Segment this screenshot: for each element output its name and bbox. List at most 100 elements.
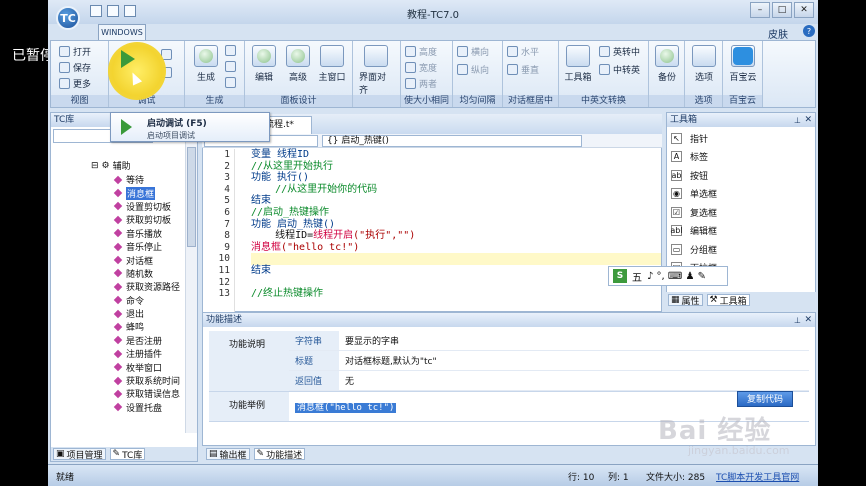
tab-function-description[interactable]: ✎ 功能描述	[253, 448, 306, 461]
code-line[interactable]: 结束	[251, 265, 661, 277]
brush-icon[interactable]	[225, 61, 236, 72]
help-icon[interactable]: ?	[803, 25, 815, 37]
skin-menu[interactable]: 皮肤	[768, 26, 788, 41]
pin-icon[interactable]: ⊥	[794, 114, 801, 128]
toolbox-item[interactable]: ☑ 复选框	[667, 203, 717, 222]
list-item[interactable]: 获取系统时间	[113, 374, 180, 387]
build-button[interactable]: 生成	[189, 45, 223, 83]
center-vertical-button[interactable]: 垂直	[507, 63, 539, 76]
list-item[interactable]: 退出	[113, 307, 180, 320]
package-icon[interactable]	[225, 77, 236, 88]
open-button[interactable]: 打开	[59, 45, 91, 58]
toolbox-item[interactable]: ab 按钮	[667, 166, 717, 185]
example-code[interactable]: 消息框("hello tc!")	[295, 403, 397, 413]
code-line[interactable]	[251, 253, 661, 265]
advanced-button[interactable]: 高级	[281, 45, 315, 83]
close-icon[interactable]: ✕	[794, 2, 814, 18]
official-site-link[interactable]: TC脚本开发工具官网	[716, 470, 799, 483]
main-window-button[interactable]: 主窗口	[315, 45, 349, 83]
code-line[interactable]: 线程ID=线程开启("执行","")	[251, 230, 661, 242]
list-item[interactable]: 枚举窗口	[113, 360, 180, 374]
maximize-icon[interactable]: □	[772, 2, 792, 18]
tab-windows[interactable]: WINDOWS	[98, 24, 146, 40]
ime-mode[interactable]: 五	[632, 269, 642, 284]
tree-node-helpers[interactable]: ⊟ ⚙ 辅助	[91, 159, 131, 173]
copy-code-button[interactable]: 复制代码	[737, 391, 793, 407]
tree-scrollbar[interactable]	[185, 127, 197, 433]
code-line[interactable]: 功能 执行()	[251, 172, 661, 184]
list-item[interactable]: 消息框	[113, 186, 180, 200]
code-editor[interactable]: 1 2 3 4 5 6 7 8 9 10 11 12 13 变量 线程ID//从这里开始执行 功能 执行(…	[202, 134, 662, 313]
sogou-logo-icon[interactable]: S	[613, 269, 627, 283]
options-button[interactable]: 选项	[687, 45, 721, 83]
edit-button[interactable]: 编辑	[247, 45, 281, 83]
code-line[interactable]: 消息框("hello tc!")	[251, 242, 661, 254]
more-button[interactable]: 更多	[59, 77, 91, 90]
toolbox-item[interactable]: abl 编辑框	[667, 222, 717, 241]
code-line[interactable]: 功能 启动_热键()	[251, 219, 661, 231]
ribbon-tab-row: WINDOWS 皮肤 ?	[48, 24, 818, 41]
toolbox-item[interactable]: ▭ 分组框	[667, 240, 717, 259]
list-item[interactable]: 对话框	[113, 253, 180, 267]
code-line[interactable]: 变量 线程ID	[251, 149, 661, 161]
list-item[interactable]: 音乐停止	[113, 240, 180, 253]
same-height-button[interactable]: 高度	[405, 45, 437, 58]
tab-properties[interactable]: ▦ 属性	[668, 294, 703, 307]
left-letterbox	[0, 0, 48, 486]
code-line[interactable]: //终止热键操作	[251, 288, 661, 300]
run-play-icon[interactable]	[121, 50, 135, 68]
list-item[interactable]: 注册插件	[113, 347, 180, 360]
function-combo[interactable]: {} 启动_热键()	[322, 135, 582, 147]
app-logo-icon[interactable]: TC	[56, 6, 80, 30]
list-item[interactable]: 等待	[113, 173, 180, 186]
backup-button[interactable]: 备份	[650, 45, 684, 83]
tab-output[interactable]: ▤ 输出框	[206, 448, 250, 461]
toolbox-item[interactable]: ◉ 单选框	[667, 185, 717, 204]
list-item[interactable]: 设置托盘	[113, 401, 180, 414]
list-item[interactable]: 音乐播放	[113, 227, 180, 240]
cn-to-en-button[interactable]: 中转英	[599, 63, 640, 76]
same-width-button[interactable]: 宽度	[405, 61, 437, 74]
settings-icon[interactable]	[225, 45, 236, 56]
tab-toolbox[interactable]: ⚒ 工具箱	[706, 294, 750, 307]
list-item[interactable]: 设置剪切板	[113, 200, 180, 213]
toolbox-item[interactable]: ↖ 指针	[667, 129, 717, 148]
code-area[interactable]: 变量 线程ID//从这里开始执行 功能 执行() //从这里开始你的代码 结束//启…	[251, 149, 661, 313]
close-icon[interactable]: ✕	[804, 113, 812, 127]
list-item[interactable]: 命令	[113, 294, 180, 307]
function-icon	[113, 242, 123, 251]
minimize-icon[interactable]: –	[750, 2, 770, 18]
function-icon	[113, 349, 123, 359]
pin-icon[interactable]: ⊥	[794, 314, 801, 328]
close-icon[interactable]: ✕	[804, 313, 812, 327]
toolbox-button[interactable]: 工具箱	[561, 45, 595, 83]
code-line[interactable]	[251, 277, 661, 289]
baibaoyun-button[interactable]: 百宝云	[726, 45, 760, 83]
toolbox-item[interactable]: A 标签	[667, 148, 717, 167]
align-ui-button[interactable]: 界面对齐	[359, 45, 393, 96]
tab-project-manager[interactable]: ▣ 项目管理	[53, 448, 106, 461]
scrollbar-thumb[interactable]	[187, 147, 196, 247]
center-horizontal-button[interactable]: 水平	[507, 45, 539, 58]
list-item[interactable]: 获取资源路径	[113, 280, 180, 293]
line-number: 7	[224, 218, 230, 230]
code-line[interactable]: //从这里开始你的代码	[251, 184, 661, 196]
expand-minus-icon[interactable]: ⊟	[91, 161, 99, 171]
ribbon-group-align: 界面对齐	[353, 41, 401, 107]
list-item[interactable]: 蜂鸣	[113, 320, 180, 333]
horizontal-spacing-button[interactable]: 横向	[457, 45, 489, 58]
code-line[interactable]: 结束	[251, 195, 661, 207]
list-item[interactable]: 获取错误信息	[113, 387, 180, 400]
tab-tc-library[interactable]: ✎ TC库	[109, 448, 146, 461]
list-item[interactable]: 随机数	[113, 267, 180, 280]
vertical-spacing-button[interactable]: 纵向	[457, 63, 489, 76]
list-item[interactable]: 获取剪切板	[113, 213, 180, 226]
code-line[interactable]: //启动_热键操作	[251, 207, 661, 219]
code-line[interactable]: //从这里开始执行	[251, 161, 661, 173]
ime-symbols[interactable]: ♪ °, ⌨ ♟ ✎	[647, 271, 706, 282]
list-item[interactable]: 是否注册	[113, 334, 180, 347]
save-button[interactable]: 保存	[59, 61, 91, 74]
same-both-button[interactable]: 两者	[405, 77, 437, 90]
ribbon-group-build: 生成 生成	[185, 41, 245, 107]
en-to-cn-button[interactable]: 英转中	[599, 45, 640, 58]
